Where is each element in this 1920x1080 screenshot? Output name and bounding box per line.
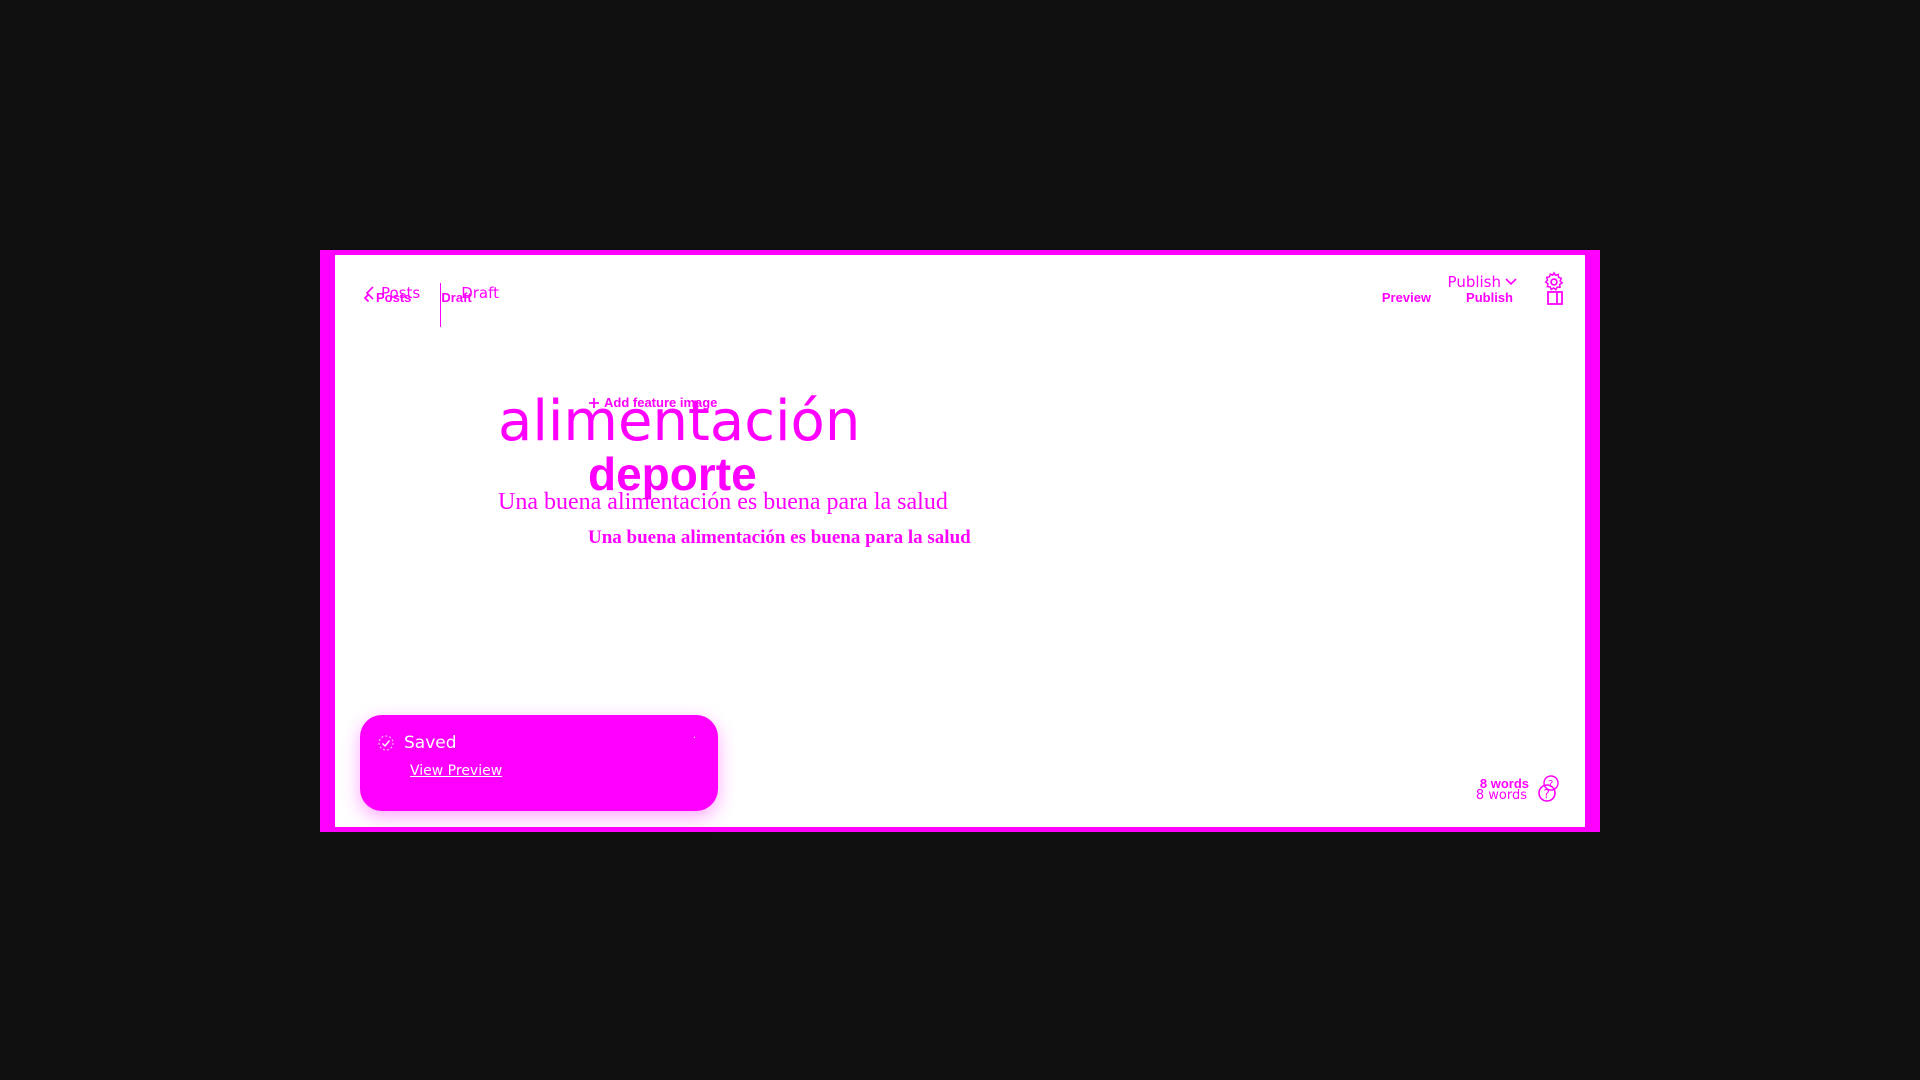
check-icon	[378, 735, 394, 751]
preview-button[interactable]: Preview	[1382, 290, 1431, 305]
view-preview-link[interactable]: View Preview	[410, 763, 502, 779]
publish-menu-faint[interactable]: Publish	[1448, 273, 1517, 291]
plus-icon	[588, 397, 600, 409]
toolbar: Preview Publish	[1382, 290, 1563, 305]
post-editor: Posts Draft Posts Draft Publish Preview …	[335, 251, 1585, 831]
close-notification-button[interactable]: ·	[693, 733, 696, 744]
back-label: Posts	[376, 290, 412, 305]
word-count: 8 words	[1475, 788, 1527, 803]
publish-menu-label: Publish	[1447, 273, 1501, 291]
add-feature-image-label: Add feature image	[604, 395, 718, 410]
help-icon[interactable]: ? ?	[1537, 773, 1561, 803]
breadcrumb: Posts Draft	[363, 290, 472, 305]
sidebar-toggle-icon[interactable]	[1547, 290, 1563, 305]
chevron-down-icon	[1505, 278, 1517, 286]
add-feature-image-button[interactable]: Add feature image	[588, 395, 717, 410]
publish-button[interactable]: Publish	[1466, 290, 1513, 305]
back-to-posts-link[interactable]: Posts	[363, 290, 411, 305]
saved-notification: Saved View Preview ·	[360, 715, 718, 811]
saved-message: Saved	[404, 733, 457, 753]
status-label: Draft	[441, 290, 472, 305]
svg-text:?: ?	[1544, 787, 1550, 801]
post-body-faint[interactable]: Una buena alimentación es buena para la …	[498, 489, 948, 516]
post-body[interactable]: Una buena alimentación es buena para la …	[588, 527, 971, 549]
chevron-left-icon	[363, 293, 370, 303]
